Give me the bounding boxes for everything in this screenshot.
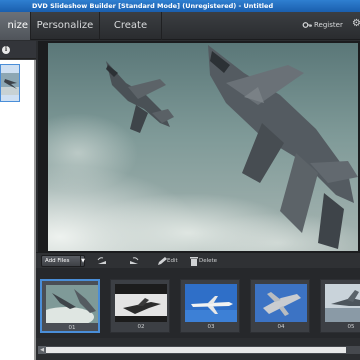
slide-image-jet: [325, 284, 360, 322]
storyboard-strip: 01 02 03 04 05: [36, 268, 360, 338]
slide-number: 02: [137, 324, 145, 330]
slide-image-jet: [255, 284, 307, 322]
app-window: DVD Slideshow Builder [Standard Mode] (U…: [0, 0, 360, 360]
window-title: DVD Slideshow Builder [Standard Mode] (U…: [32, 2, 274, 10]
add-files-label: Add Files: [45, 258, 70, 264]
slide-image-jet: [46, 285, 98, 323]
media-library-header: i: [0, 41, 36, 59]
media-library-item[interactable]: [0, 64, 20, 102]
rotate-left-icon[interactable]: [96, 256, 108, 266]
media-library-panel: i: [0, 41, 36, 360]
scrollbar-thumb[interactable]: [46, 347, 346, 353]
media-library-list[interactable]: [0, 60, 34, 360]
slide-01[interactable]: 01: [40, 279, 100, 333]
edit-button[interactable]: Edit: [167, 258, 178, 264]
slide-05[interactable]: 05: [320, 279, 360, 333]
storyboard-scrollbar[interactable]: ◀: [36, 338, 360, 360]
scroll-left-arrow-icon[interactable]: ◀: [38, 346, 46, 354]
slide-frame: 01: [40, 279, 100, 333]
slide-03[interactable]: 03: [180, 279, 240, 333]
preview-image: [48, 43, 358, 251]
slide-number: 03: [207, 324, 215, 330]
slide-image-jet: [115, 284, 167, 322]
delete-button[interactable]: Delete: [199, 258, 217, 264]
tab-organize[interactable]: nize: [0, 12, 30, 40]
slide-frame: 05: [320, 279, 360, 333]
slide-number: 05: [347, 324, 355, 330]
info-icon[interactable]: i: [2, 46, 10, 54]
title-bar: DVD Slideshow Builder [Standard Mode] (U…: [0, 0, 360, 12]
slide-frame: 04: [250, 279, 310, 333]
jet-thumbnail-icon: [1, 73, 19, 95]
tab-organize-label: nize: [7, 20, 28, 31]
storyboard-toolbar: Add Files ▼ Edit Delete: [36, 252, 360, 268]
slide-number: 01: [68, 325, 76, 331]
slide-number: 04: [277, 324, 285, 330]
settings-gear-icon[interactable]: ⚙: [352, 19, 360, 29]
slide-04[interactable]: 04: [250, 279, 310, 333]
add-files-dropdown-icon[interactable]: ▼: [80, 256, 85, 266]
tab-create[interactable]: Create: [100, 12, 162, 40]
slide-frame: 02: [110, 279, 170, 333]
slide-frame: 03: [180, 279, 240, 333]
slide-02[interactable]: 02: [110, 279, 170, 333]
register-link[interactable]: Register: [314, 21, 343, 29]
rotate-right-icon[interactable]: [128, 256, 140, 266]
register-key-icon[interactable]: [302, 20, 312, 30]
preview-window: [38, 41, 360, 252]
tab-personalize[interactable]: Personalize: [30, 12, 100, 40]
main-toolbar: nize Personalize Create Register ⚙: [0, 12, 360, 40]
add-files-button[interactable]: Add Files ▼: [41, 255, 85, 267]
slide-image-airliner: [185, 284, 237, 322]
